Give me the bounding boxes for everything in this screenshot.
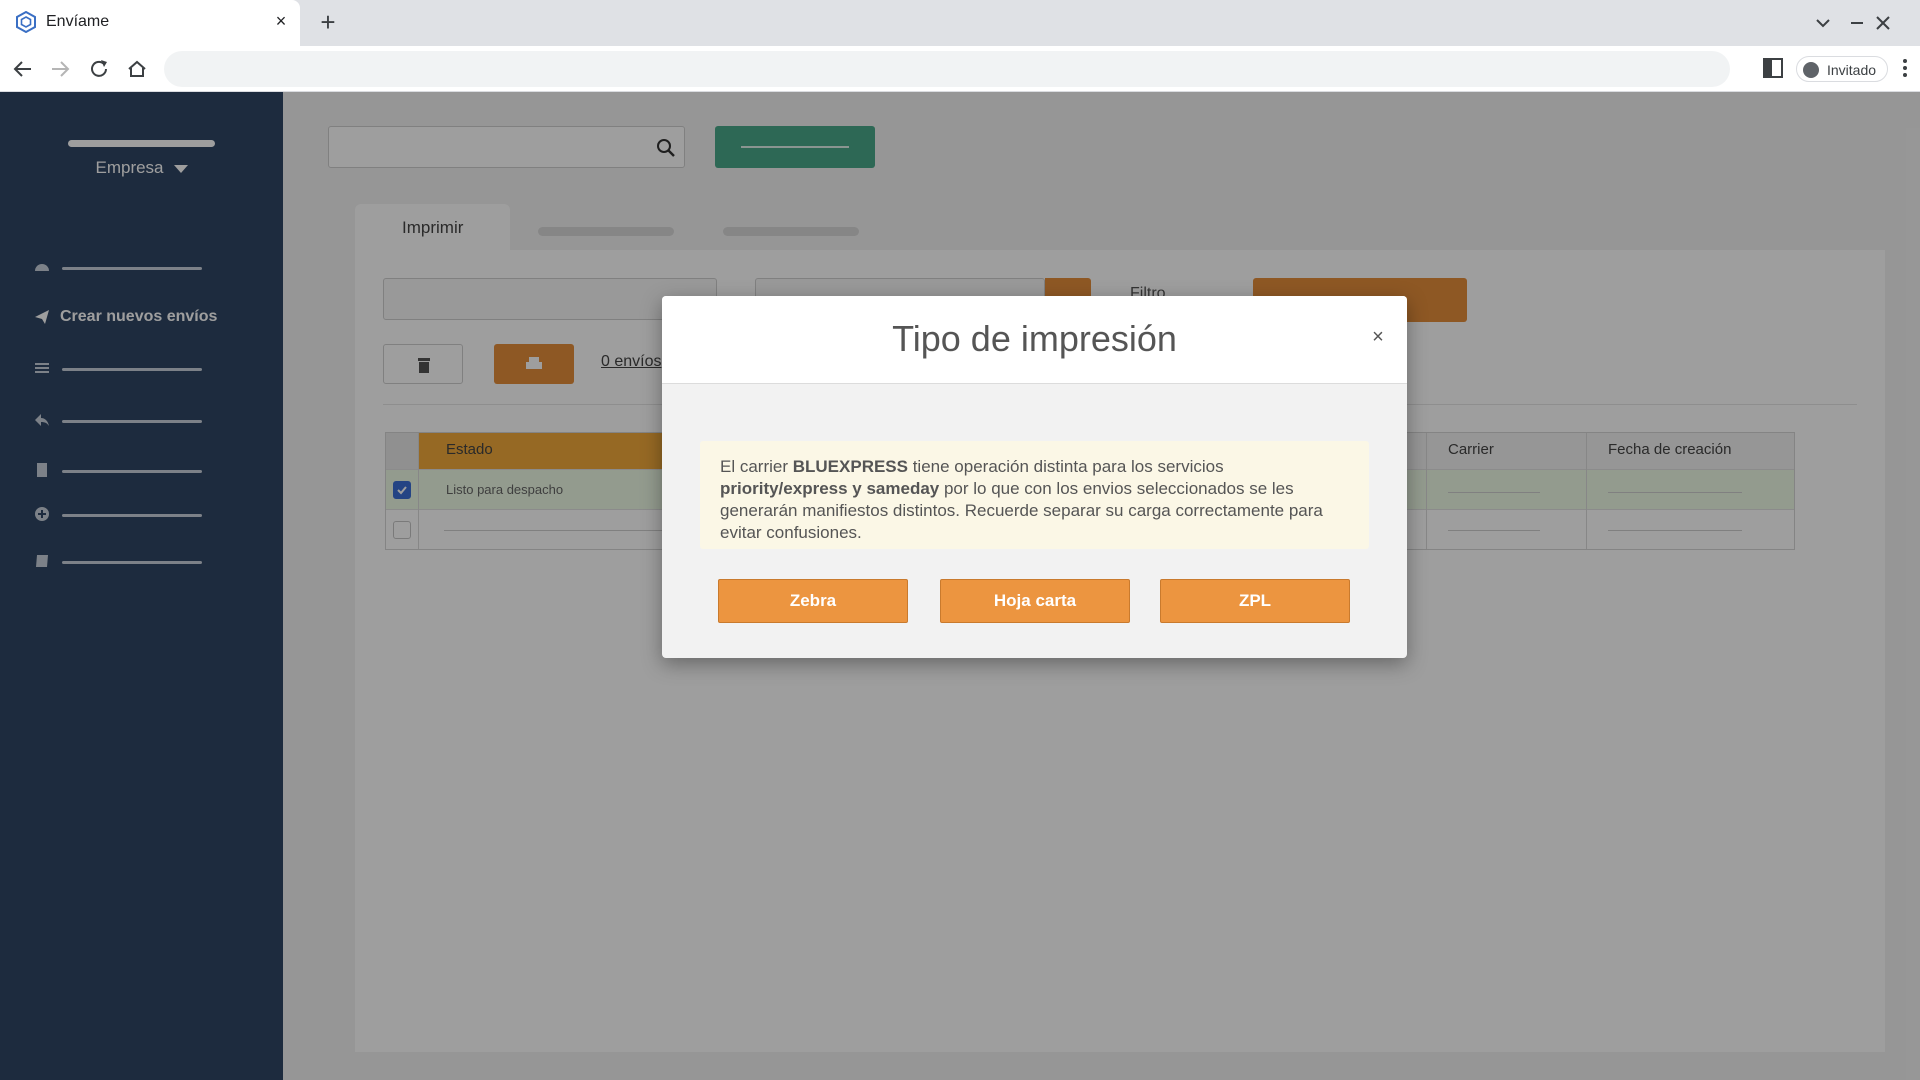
close-icon[interactable]: × — [1367, 326, 1389, 348]
hoja-carta-button[interactable]: Hoja carta — [940, 579, 1130, 623]
carrier-notice: El carrier BLUEXPRESS tiene operación di… — [700, 441, 1369, 549]
forward-arrow-icon[interactable] — [47, 56, 73, 82]
profile-avatar-icon — [1803, 62, 1819, 78]
back-arrow-icon[interactable] — [10, 56, 36, 82]
tab-title: Envíame — [46, 13, 110, 30]
notice-carrier: BLUEXPRESS — [792, 457, 908, 476]
print-type-modal: Tipo de impresión × El carrier BLUEXPRES… — [662, 296, 1407, 658]
browser-tab[interactable]: Envíame × — [0, 0, 300, 46]
notice-text: El carrier — [720, 457, 793, 476]
address-bar[interactable] — [164, 51, 1730, 87]
notice-text: tiene operación distinta para los servic… — [907, 457, 1224, 476]
home-icon[interactable] — [124, 56, 150, 82]
profile-label: Invitado — [1827, 62, 1877, 78]
minimize-icon[interactable] — [1846, 12, 1868, 34]
zpl-button[interactable]: ZPL — [1160, 579, 1350, 623]
close-tab-icon[interactable]: × — [270, 10, 292, 32]
enviame-logo-icon — [16, 11, 36, 33]
close-window-icon[interactable] — [1872, 12, 1894, 34]
browser-menu-icon[interactable] — [1900, 57, 1910, 79]
new-tab-button[interactable]: + — [314, 9, 342, 37]
modal-title: Tipo de impresión — [892, 318, 1177, 359]
modal-header: Tipo de impresión × — [662, 296, 1407, 384]
profile-button[interactable]: Invitado — [1796, 56, 1888, 82]
browser-tab-strip: Envíame × + — [0, 0, 1920, 46]
reload-icon[interactable] — [86, 56, 112, 82]
zebra-button[interactable]: Zebra — [718, 579, 908, 623]
side-panel-icon[interactable] — [1762, 57, 1784, 79]
tab-search-chevron-icon[interactable] — [1812, 12, 1834, 34]
notice-services: priority/express y sameday — [720, 479, 940, 498]
